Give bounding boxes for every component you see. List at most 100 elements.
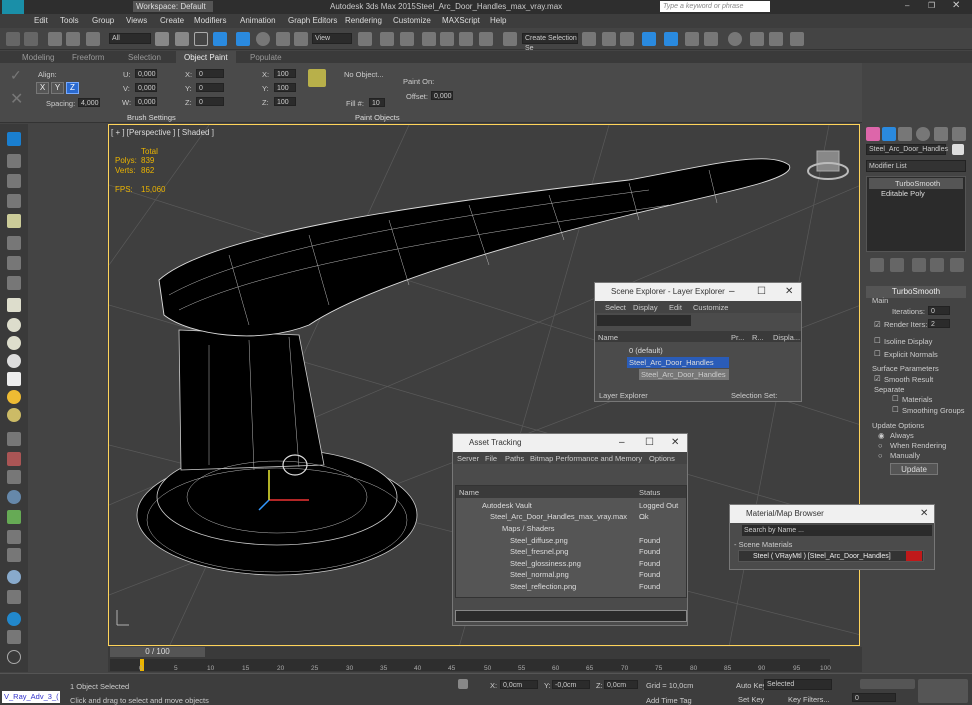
maxscript-listener[interactable]: V_Ray_Adv_3_( <box>2 691 60 703</box>
select-object-icon[interactable] <box>155 32 169 46</box>
checkmark-icon[interactable]: ✓ <box>10 67 22 84</box>
selection-filter-dropdown[interactable]: All <box>109 33 151 44</box>
at-row-maxfile[interactable]: Steel_Arc_Door_Handles_max_vray.max <box>490 511 640 522</box>
sphere-icon[interactable] <box>7 318 21 332</box>
x-scale-input[interactable]: 100 <box>274 69 296 78</box>
at-col-status[interactable]: Status <box>639 488 660 497</box>
workspace-dropdown[interactable]: Workspace: Default <box>133 1 213 12</box>
render-production-icon[interactable] <box>790 32 804 46</box>
maximize-icon[interactable]: ❐ <box>928 1 935 10</box>
axis-x-button[interactable]: X <box>36 82 49 94</box>
keyboard-shortcut-icon[interactable] <box>400 32 414 46</box>
undo-icon[interactable] <box>6 32 20 46</box>
select-by-name-icon[interactable] <box>175 32 189 46</box>
menu-create[interactable]: Create <box>160 16 184 25</box>
at-menu-bitmap[interactable]: Bitmap Performance and Memory <box>530 454 642 463</box>
box-icon[interactable] <box>7 298 21 312</box>
when-rendering-radio[interactable]: ○ <box>878 441 883 450</box>
menu-customize[interactable]: Customize <box>393 16 431 25</box>
z-scale-input[interactable]: 100 <box>274 97 296 106</box>
se-col-display[interactable]: Displa... <box>773 333 800 342</box>
minimize-icon[interactable]: – <box>619 434 625 452</box>
time-slider[interactable]: 0 / 100 <box>110 647 205 657</box>
scene-explorer-icon[interactable] <box>642 32 656 46</box>
scene-icon[interactable] <box>7 154 21 168</box>
y-rot-input[interactable]: 0 <box>196 83 224 92</box>
brush-settings-label[interactable]: Brush Settings <box>127 113 176 122</box>
bind-space-warp-icon[interactable] <box>86 32 100 46</box>
paint-objects-label[interactable]: Paint Objects <box>355 113 400 122</box>
se-menu-edit[interactable]: Edit <box>669 303 682 312</box>
rendered-frame-window-icon[interactable] <box>769 32 783 46</box>
pin-stack-icon[interactable] <box>870 258 884 272</box>
at-menu-file[interactable]: File <box>485 454 497 463</box>
se-col-pr[interactable]: Pr... <box>731 333 744 342</box>
redo-icon[interactable] <box>24 32 38 46</box>
iterations-input[interactable]: 0 <box>928 306 950 315</box>
paint-icon[interactable] <box>7 452 21 466</box>
hair-icon[interactable] <box>7 548 21 562</box>
se-col-name[interactable]: Name <box>598 333 618 342</box>
u-input[interactable]: 0,000 <box>135 69 157 78</box>
material-browser-titlebar[interactable]: Material/Map Browser ✕ <box>730 505 934 523</box>
render-iters-input[interactable]: 2 <box>928 319 950 328</box>
spacing-input[interactable]: 4,000 <box>78 98 100 107</box>
current-frame-input[interactable]: 0 <box>852 693 896 702</box>
object-name-input[interactable]: Steel_Arc_Door_Handles <box>866 144 948 155</box>
angle-snap-icon[interactable] <box>440 32 454 46</box>
se-menu-customize[interactable]: Customize <box>693 303 728 312</box>
axis-z-button[interactable]: Z <box>66 82 79 94</box>
y-scale-input[interactable]: 100 <box>274 83 296 92</box>
list-icon[interactable] <box>7 174 21 188</box>
tab-modeling[interactable]: Modeling <box>22 53 54 62</box>
menu-views[interactable]: Views <box>126 16 147 25</box>
menu-help[interactable]: Help <box>490 16 506 25</box>
at-menu-server[interactable]: Server <box>457 454 479 463</box>
tab-selection[interactable]: Selection <box>128 53 161 62</box>
close-icon[interactable]: ✕ <box>671 434 679 452</box>
tab-populate[interactable]: Populate <box>250 53 282 62</box>
update-button[interactable]: Update <box>890 463 938 475</box>
smooth-result-checkbox[interactable]: ☑ <box>874 374 881 383</box>
unlink-icon[interactable] <box>66 32 80 46</box>
percent-snap-icon[interactable] <box>459 32 473 46</box>
z-rot-input[interactable]: 0 <box>196 97 224 106</box>
foliage-icon[interactable] <box>7 510 21 524</box>
camera-icon[interactable] <box>7 236 21 250</box>
character-icon[interactable] <box>7 530 21 544</box>
viewport-navigation-icons[interactable] <box>918 679 968 703</box>
maximize-icon[interactable]: ☐ <box>757 283 766 301</box>
menu-animation[interactable]: Animation <box>240 16 276 25</box>
se-search-input[interactable] <box>597 315 691 326</box>
at-row-vault[interactable]: Autodesk Vault <box>482 500 632 511</box>
object-color-swatch[interactable] <box>952 144 964 155</box>
at-menu-options[interactable]: Options <box>649 454 675 463</box>
cone-icon[interactable] <box>7 372 21 386</box>
vray-light-icon[interactable] <box>7 612 21 626</box>
at-menu-paths[interactable]: Paths <box>505 454 524 463</box>
at-row-diffuse[interactable]: Steel_diffuse.png <box>510 535 630 546</box>
window-crossing-icon[interactable] <box>213 32 227 46</box>
smoothing-groups-checkbox[interactable]: ☐ <box>892 405 899 414</box>
at-row-fresnel[interactable]: Steel_fresnel.png <box>510 546 630 557</box>
fill-input[interactable]: 10 <box>369 98 385 107</box>
cloth-icon[interactable] <box>7 470 21 484</box>
at-col-name[interactable]: Name <box>459 488 479 497</box>
rect-select-icon[interactable] <box>194 32 208 46</box>
menu-rendering[interactable]: Rendering <box>345 16 382 25</box>
remove-modifier-icon[interactable] <box>930 258 944 272</box>
place-icon[interactable] <box>294 32 308 46</box>
layer-manager-icon[interactable] <box>620 32 634 46</box>
scale-icon[interactable] <box>276 32 290 46</box>
hierarchy-tab-icon[interactable] <box>898 127 912 141</box>
add-time-tag-button[interactable]: Add Time Tag <box>646 696 692 705</box>
se-row-layer[interactable]: Steel_Arc_Door_Handles <box>627 357 729 368</box>
viewport-label[interactable]: [ + ] [Perspective ] [ Shaded ] <box>111 128 214 137</box>
at-row-normal[interactable]: Steel_normal.png <box>510 569 630 580</box>
schematic-view-icon[interactable] <box>704 32 718 46</box>
geosphere-icon[interactable] <box>7 408 21 422</box>
align-icon[interactable] <box>602 32 616 46</box>
select-manipulate-icon[interactable] <box>380 32 394 46</box>
spacewarp-icon[interactable] <box>7 276 21 290</box>
modifier-list-dropdown[interactable]: Modifier List <box>866 160 966 172</box>
